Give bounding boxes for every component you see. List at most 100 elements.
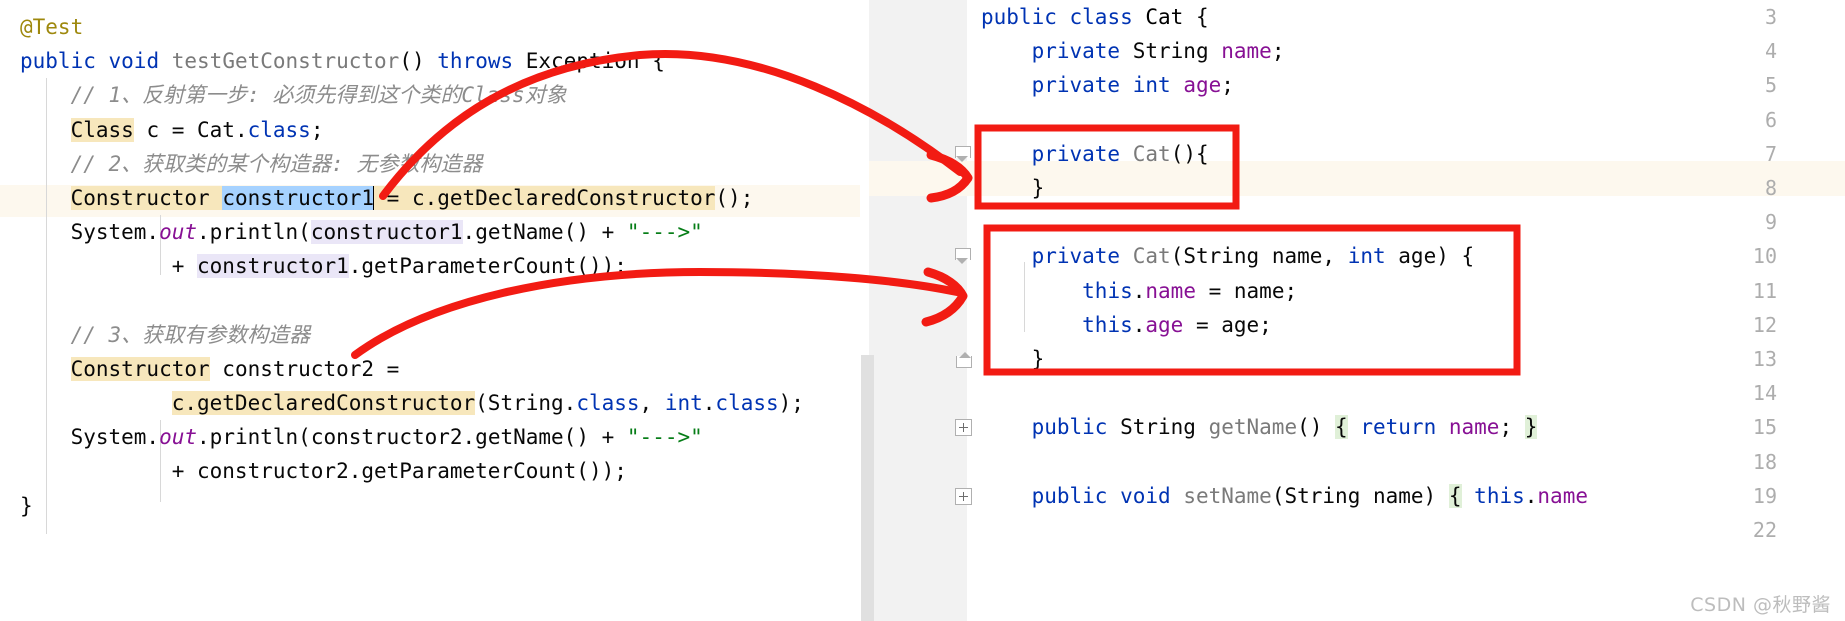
code-token: + constructor2.getParameterCount()); (171, 459, 627, 484)
code-line-r19[interactable]: public void setName(String name) { this.… (981, 479, 1588, 513)
code-fold-toggle-icon[interactable] (955, 351, 972, 368)
code-line-l14[interactable]: + constructor2.getParameterCount()); (20, 454, 804, 488)
code-token: @Test (20, 15, 84, 39)
code-line-l6[interactable]: Constructor constructor1 = c.getDeclared… (20, 181, 804, 215)
code-token: setName (1183, 483, 1272, 508)
code-line-r10[interactable]: private Cat(String name, int age) { (981, 239, 1588, 273)
code-fold-toggle-icon[interactable] (955, 419, 972, 437)
code-line-r5[interactable]: private int age; (981, 68, 1588, 102)
code-token: class (247, 117, 311, 142)
code-line-r3[interactable]: public class Cat { (981, 0, 1588, 34)
code-token: constructor1 (310, 220, 463, 245)
code-token: + (171, 254, 198, 279)
code-line-l10[interactable]: // 3、获取有参数构造器 (20, 318, 804, 352)
code-token: private (1031, 244, 1121, 269)
code-fold-toggle-icon[interactable] (955, 145, 972, 163)
code-token: class (1069, 5, 1133, 29)
code-token: class (715, 391, 779, 416)
code-line-r22[interactable] (981, 513, 1588, 547)
code-line-r14[interactable] (981, 376, 1588, 410)
code-fold-toggle-icon[interactable] (955, 487, 972, 505)
code-token: } (20, 493, 33, 518)
code-line-l7[interactable]: System.out.println(constructor1.getName(… (20, 215, 804, 249)
line-number: 4 (1764, 39, 1777, 64)
code-line-l5[interactable]: // 2、获取类的某个构造器: 无参数构造器 (20, 147, 804, 181)
code-token: public (1031, 415, 1108, 440)
code-token: name (1537, 483, 1588, 508)
code-token: int (1132, 73, 1171, 98)
code-line-r4[interactable]: private String name; (981, 34, 1588, 68)
test-method-editor[interactable]: @Test public void testGetConstructor() th… (0, 0, 860, 621)
code-token: () (399, 49, 438, 74)
right-code-text[interactable]: public class Cat { private String name; … (981, 0, 1588, 547)
code-token: this (1474, 483, 1525, 508)
code-token: { (1335, 415, 1348, 440)
code-token: this (1082, 278, 1133, 303)
code-line-r9[interactable] (981, 205, 1588, 239)
code-token: out (159, 220, 198, 245)
code-line-l12[interactable]: c.getDeclaredConstructor(String.class, i… (20, 386, 804, 420)
code-fold-toggle-icon[interactable] (955, 248, 972, 265)
line-number: 11 (1752, 278, 1777, 303)
csdn-watermark: CSDN @秋野酱 (1690, 594, 1831, 616)
code-token: public (20, 49, 96, 74)
left-code-text[interactable]: @Test public void testGetConstructor() th… (20, 10, 804, 523)
code-line-r13[interactable]: } (981, 342, 1588, 376)
cat-class-editor[interactable]: 3 4 5 6 7 8 9 10 11 12 13 14 15 18 19 22 public class C… (869, 0, 1845, 621)
line-number: 22 (1752, 518, 1777, 542)
code-line-l9[interactable] (20, 284, 804, 318)
code-line-l2[interactable]: public void testGetConstructor() throws … (20, 44, 804, 78)
code-token: name (1221, 39, 1272, 64)
code-token: private (1031, 39, 1121, 64)
vertical-scrollbar-thumb[interactable] (861, 355, 874, 621)
code-line-r7[interactable]: private Cat(){ (981, 137, 1588, 171)
code-line-r8[interactable]: } (981, 171, 1588, 205)
code-line-l13[interactable]: System.out.println(constructor2.getName(… (20, 420, 804, 454)
code-token: constructor1 (222, 185, 375, 210)
code-token: . (1132, 312, 1146, 337)
code-token: this (1082, 312, 1133, 337)
code-token: System. (70, 220, 160, 245)
code-line-r15[interactable]: public String getName() { return name; } (981, 410, 1588, 444)
code-token: int (664, 391, 703, 416)
code-line-l4[interactable]: Class c = Cat.class; (20, 113, 804, 147)
code-line-l8[interactable]: + constructor1.getParameterCount()); (20, 249, 804, 283)
code-token: { (1448, 483, 1462, 508)
code-token: c = Cat. (133, 117, 248, 142)
code-token: // 3、获取有参数构造器 (70, 322, 311, 347)
code-token: out (159, 425, 198, 450)
code-token: (String name) (1271, 483, 1449, 508)
code-token: void (108, 49, 160, 74)
code-line-l15[interactable]: } (20, 489, 804, 523)
code-line-r18[interactable] (981, 444, 1588, 478)
code-token: (String name, (1170, 244, 1348, 269)
line-number: 7 (1764, 141, 1777, 166)
code-line-r6[interactable] (981, 103, 1588, 137)
code-token: throws (437, 49, 514, 74)
code-line-l3[interactable]: // 1、反射第一步: 必须先得到这个类的Class对象 (20, 78, 804, 112)
code-line-r11[interactable]: this.name = name; (981, 274, 1588, 308)
line-number: 3 (1764, 5, 1777, 29)
code-token: (); (715, 185, 754, 210)
code-token: class (576, 391, 640, 416)
code-line-l11[interactable]: Constructor constructor2 = (20, 352, 804, 386)
code-token: ; (1271, 39, 1285, 64)
code-line-r12[interactable]: this.age = age; (981, 308, 1588, 342)
code-line-l1[interactable]: @Test (20, 10, 804, 44)
